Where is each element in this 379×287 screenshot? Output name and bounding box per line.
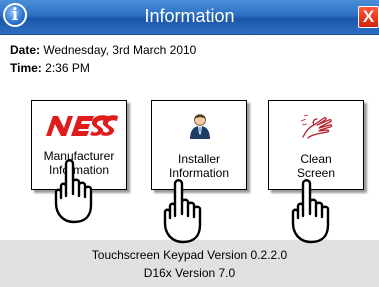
installer-person-icon <box>190 114 210 139</box>
tile-label-line1: Clean <box>300 152 332 166</box>
window-title: Information <box>144 6 235 26</box>
date-value: Wednesday, 3rd March 2010 <box>43 43 197 57</box>
pointing-hand-icon <box>291 179 330 244</box>
tile-label-line1: Installer <box>177 152 221 166</box>
title-bar: i Information X <box>0 0 379 35</box>
time-value: 2:36 PM <box>45 61 90 75</box>
time-row: Time: 2:36 PM <box>10 61 90 75</box>
pointing-hand-icon <box>54 159 93 224</box>
time-label: Time: <box>10 61 42 75</box>
close-button[interactable]: X <box>358 6 379 28</box>
ness-logo-icon <box>46 115 118 136</box>
date-label: Date: <box>10 43 41 57</box>
keypad-version-text: Touchscreen Keypad Version 0.2.2.0 <box>91 248 288 262</box>
pointing-hand-icon <box>163 179 202 244</box>
version-footer: Touchscreen Keypad Version 0.2.2.0 D16x … <box>0 240 379 287</box>
date-row: Date: Wednesday, 3rd March 2010 <box>10 43 196 57</box>
cleaning-hand-icon <box>300 114 333 139</box>
panel-version-text: D16x Version 7.0 <box>143 266 236 280</box>
